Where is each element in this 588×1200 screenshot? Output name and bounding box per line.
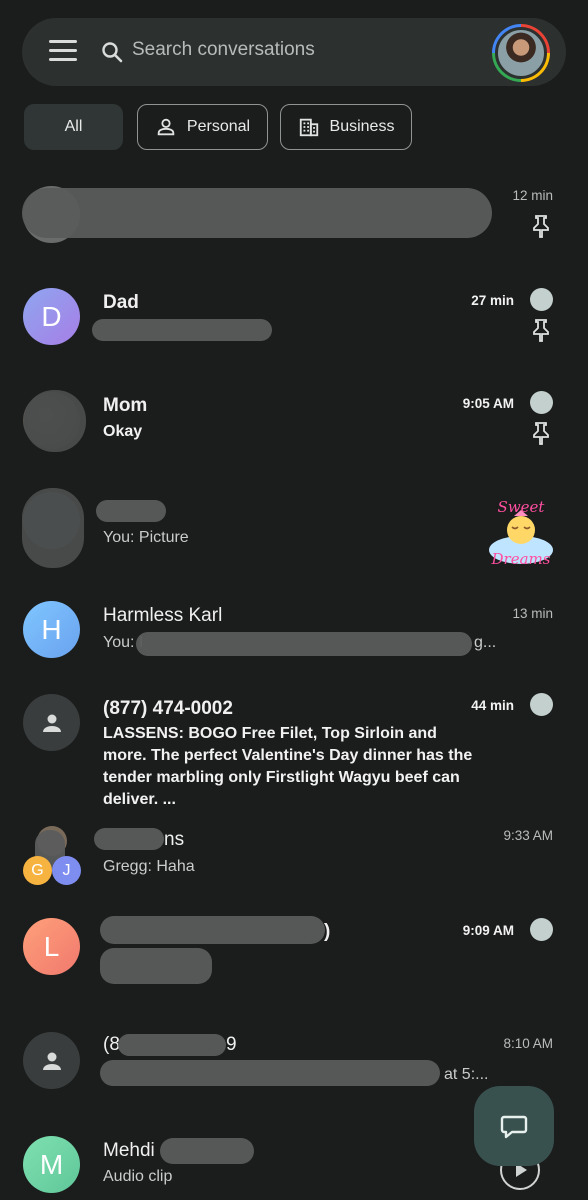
message-snippet-tail: g...: [474, 634, 497, 651]
unread-dot: [530, 918, 553, 941]
search-icon: [102, 42, 123, 63]
avatar-initial: M: [39, 1148, 64, 1180]
redaction-scribble: [96, 500, 166, 522]
contact-name-tail: 9: [226, 1034, 237, 1055]
redaction-scribble: [100, 916, 325, 944]
conversation-row[interactable]: 12 min: [0, 180, 588, 270]
sticker-thumbnail[interactable]: Sweet Dreams: [484, 492, 558, 572]
unread-dot: [530, 693, 553, 716]
chip-label: Business: [329, 118, 395, 135]
timestamp: 27 min: [471, 293, 514, 308]
conversation-row[interactable]: You: Picture Sweet Dreams: [0, 488, 588, 588]
contact-name: Mehdi: [103, 1140, 155, 1161]
redaction-scribble: [22, 488, 84, 568]
timestamp: 8:10 AM: [503, 1036, 553, 1051]
avatar: H: [23, 601, 80, 658]
timestamp: 9:09 AM: [462, 923, 514, 938]
person-icon: [157, 118, 175, 136]
redaction-scribble: [22, 188, 492, 238]
avatar-initial: D: [41, 300, 62, 332]
avatar: [23, 1032, 80, 1089]
timestamp: 9:05 AM: [462, 396, 514, 411]
person-icon: [42, 1052, 61, 1070]
message-snippet: Okay: [103, 423, 143, 440]
timestamp: 12 min: [512, 188, 553, 203]
avatar: M: [23, 1136, 80, 1193]
timestamp: 13 min: [512, 606, 553, 621]
message-snippet: Gregg: Haha: [103, 858, 195, 875]
avatar: D: [23, 288, 80, 345]
avatar: L: [23, 918, 80, 975]
svg-text:Dreams: Dreams: [491, 550, 551, 568]
redaction-scribble: [100, 948, 212, 984]
sweet-dreams-sticker-icon: Sweet Dreams: [489, 498, 553, 568]
contact-name: Harmless Karl: [103, 605, 223, 626]
unread-dot: [530, 288, 553, 311]
building-icon: [299, 118, 318, 137]
svg-text:Sweet: Sweet: [498, 498, 546, 516]
message-snippet: Audio clip: [103, 1168, 173, 1185]
search-input[interactable]: Search conversations: [132, 39, 315, 61]
chip-business[interactable]: Business: [280, 104, 412, 150]
message-snippet: You: Picture: [103, 529, 189, 546]
contact-name: Dad: [103, 292, 139, 313]
message-snippet-tail: at 5:...: [444, 1066, 489, 1083]
avatar-initial: H: [41, 613, 62, 645]
contact-name: Mom: [103, 395, 148, 416]
conversation-row[interactable]: L ) 9:09 AM: [0, 914, 588, 1014]
avatar: J: [52, 856, 81, 885]
redaction-scribble: [100, 1060, 440, 1086]
avatar-initial: L: [43, 930, 60, 962]
contact-name: (877) 474-0002: [103, 698, 233, 719]
conversation-row[interactable]: Mom Okay 9:05 AM: [0, 388, 588, 478]
conversation-row[interactable]: H Harmless Karl You: I g... 13 min: [0, 598, 588, 688]
unread-dot: [530, 391, 553, 414]
chat-bubble-icon: [500, 1115, 528, 1139]
conversation-row[interactable]: G J ns Gregg: Haha 9:33 AM: [0, 822, 588, 912]
redaction-scribble: [136, 632, 472, 656]
pin-icon: [533, 319, 549, 342]
redaction-scribble: [94, 828, 164, 850]
conversation-row[interactable]: (877) 474-0002 LASSENS: BOGO Free Filet,…: [0, 692, 588, 808]
redaction-scribble: [160, 1138, 254, 1164]
pin-icon: [533, 215, 549, 238]
menu-icon[interactable]: [49, 40, 77, 64]
avatar: [23, 694, 80, 751]
contact-name-tail: ns: [164, 829, 185, 850]
avatar-initial: J: [62, 861, 71, 879]
avatar-initial: G: [31, 861, 44, 879]
group-avatar: G J: [23, 826, 83, 886]
chip-label: Personal: [186, 118, 251, 135]
redaction-scribble: [92, 319, 272, 341]
redaction-scribble: [118, 1034, 226, 1056]
chip-all[interactable]: All: [24, 104, 123, 150]
person-icon: [42, 714, 61, 732]
message-snippet: LASSENS: BOGO Free Filet, Top Sirloin an…: [103, 725, 473, 808]
pin-icon: [533, 422, 549, 445]
chip-label: All: [64, 118, 83, 135]
timestamp: 9:33 AM: [503, 828, 553, 843]
chip-personal[interactable]: Personal: [137, 104, 268, 150]
redaction-scribble: [24, 390, 86, 452]
search-bar[interactable]: Search conversations: [22, 18, 566, 86]
account-avatar[interactable]: [492, 24, 550, 82]
avatar: G: [23, 856, 52, 885]
contact-name-tail: ): [324, 921, 331, 942]
timestamp: 44 min: [471, 698, 514, 713]
start-chat-button[interactable]: [474, 1086, 554, 1166]
conversation-row[interactable]: D Dad 27 min: [0, 285, 588, 375]
